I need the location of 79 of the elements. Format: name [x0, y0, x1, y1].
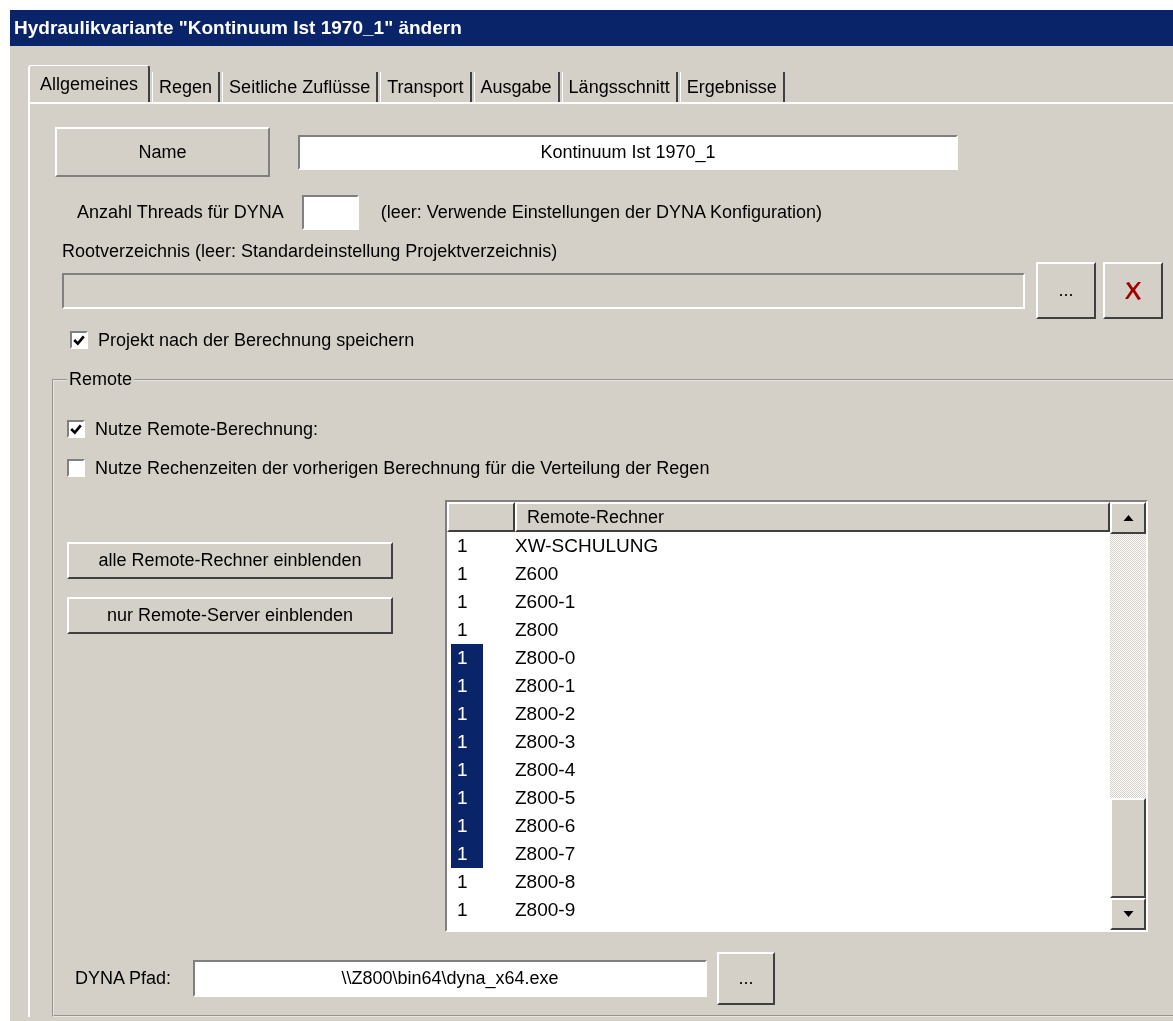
- table-cell-text: 1: [456, 590, 469, 614]
- table-cell: 1: [451, 672, 483, 700]
- table-cell: 1: [451, 700, 483, 728]
- tab[interactable]: Ergebnisse: [679, 72, 785, 102]
- up-arrow-icon: [1122, 515, 1134, 521]
- table-cell-text: Z800-8: [515, 870, 576, 894]
- table-row[interactable]: 1 Z800-4: [447, 756, 1110, 784]
- down-arrow-icon: [1122, 911, 1134, 917]
- column-header[interactable]: [447, 502, 515, 532]
- table-cell-text: 1: [456, 618, 469, 642]
- scroll-down-button[interactable]: [1110, 898, 1146, 930]
- table-cell-text: Z800-3: [515, 730, 576, 754]
- threads-field[interactable]: [301, 195, 359, 230]
- table-row[interactable]: 1 Z800-3: [447, 728, 1110, 756]
- scroll-thumb[interactable]: [1110, 798, 1146, 898]
- column-header[interactable]: Remote-Rechner: [515, 502, 1110, 532]
- threads-hint: (leer: Verwende Einstellungen der DYNA Konfiguration): [380, 202, 823, 223]
- window-title: Hydraulikvariante "Kontinuum Ist 1970_1" ändern: [10, 10, 1173, 46]
- tab[interactable]: Regen: [152, 72, 221, 102]
- table-cell: 1: [451, 784, 483, 812]
- tab[interactable]: Transport: [380, 72, 472, 102]
- table-cell-text: Z800-7: [515, 842, 576, 866]
- checkbox-label: Nutze Remote-Berechnung:: [95, 418, 319, 440]
- table-cell-text: Z800: [515, 618, 559, 642]
- checkbox[interactable]: [67, 420, 85, 438]
- table-cell: 1: [451, 756, 483, 784]
- table-row[interactable]: 1 Z600: [447, 560, 1110, 588]
- scrollbar[interactable]: [1110, 502, 1146, 930]
- root-field[interactable]: [62, 272, 1025, 309]
- table-row[interactable]: 1 Z800-7: [447, 840, 1110, 868]
- browse-button[interactable]: ...: [1036, 262, 1096, 319]
- table-cell-text: 1: [456, 534, 469, 558]
- checkbox[interactable]: [67, 459, 85, 477]
- table-cell-text: Z600-1: [515, 590, 576, 614]
- table-cell: 1: [451, 644, 483, 672]
- table-cell-text: XW-SCHULUNG: [515, 534, 659, 558]
- tab[interactable]: Seitliche Zuflüsse: [222, 72, 379, 102]
- dyna-path-field[interactable]: \\Z800\bin64\dyna_x64.exe: [193, 960, 708, 997]
- threads-label: Anzahl Threads für DYNA: [77, 202, 284, 223]
- checkbox-label: Projekt nach der Berechnung speichern: [98, 329, 415, 351]
- table-cell-text: Z800-5: [515, 786, 576, 810]
- table-row[interactable]: 1 Z800-1: [447, 672, 1110, 700]
- table-cell-text: Z800-6: [515, 814, 576, 838]
- clear-button[interactable]: [1103, 262, 1163, 319]
- table-cell-text: Z800-2: [515, 702, 576, 726]
- tab[interactable]: Längsschnitt: [561, 72, 678, 102]
- table-row[interactable]: 1 Z800-6: [447, 812, 1110, 840]
- dyna-path-label: DYNA Pfad:: [75, 968, 172, 989]
- table-cell: 1: [451, 840, 483, 868]
- table-row[interactable]: 1 Z800-8: [447, 868, 1110, 896]
- checkbox-label: Nutze Rechenzeiten der vorherigen Berechnung für die Verteilung der Regen: [95, 457, 710, 479]
- table-cell-text: Z600: [515, 562, 559, 586]
- table-cell-text: Z800-9: [515, 898, 576, 922]
- group-title: Remote: [68, 369, 134, 390]
- table-cell: 1: [451, 812, 483, 840]
- table-cell-text: Z800-1: [515, 674, 576, 698]
- scroll-up-button[interactable]: [1110, 502, 1146, 534]
- tab[interactable]: Allgemeines: [28, 65, 151, 102]
- table-row[interactable]: 1 Z800-0: [447, 644, 1110, 672]
- table-row[interactable]: 1 Z800-5: [447, 784, 1110, 812]
- table-row[interactable]: 1 Z800-2: [447, 700, 1110, 728]
- table-row[interactable]: 1 Z600-1: [447, 588, 1110, 616]
- show-button[interactable]: alle Remote-Rechner einblenden: [67, 542, 393, 579]
- table-row[interactable]: 1 XW-SCHULUNG: [447, 532, 1110, 560]
- show-button[interactable]: nur Remote-Server einblenden: [67, 597, 393, 634]
- name-label: Name: [55, 127, 270, 177]
- table-cell-text: Z800-0: [515, 646, 576, 670]
- table-cell-text: 1: [456, 562, 469, 586]
- table-row[interactable]: 1 Z800: [447, 616, 1110, 644]
- table-cell-text: 1: [456, 870, 469, 894]
- name-field[interactable]: Kontinuum Ist 1970_1: [298, 134, 958, 170]
- table-cell: 1: [451, 728, 483, 756]
- tab[interactable]: Ausgabe: [473, 72, 560, 102]
- browse-button[interactable]: ...: [717, 952, 776, 1005]
- root-label: Rootverzeichnis (leer: Standardeinstellung Projektverzeichnis): [61, 240, 559, 262]
- table-cell-text: 1: [456, 898, 469, 922]
- table-cell-text: Z800-4: [515, 758, 576, 782]
- checkbox[interactable]: [70, 331, 88, 349]
- table-row[interactable]: 1 Z800-9: [447, 896, 1110, 924]
